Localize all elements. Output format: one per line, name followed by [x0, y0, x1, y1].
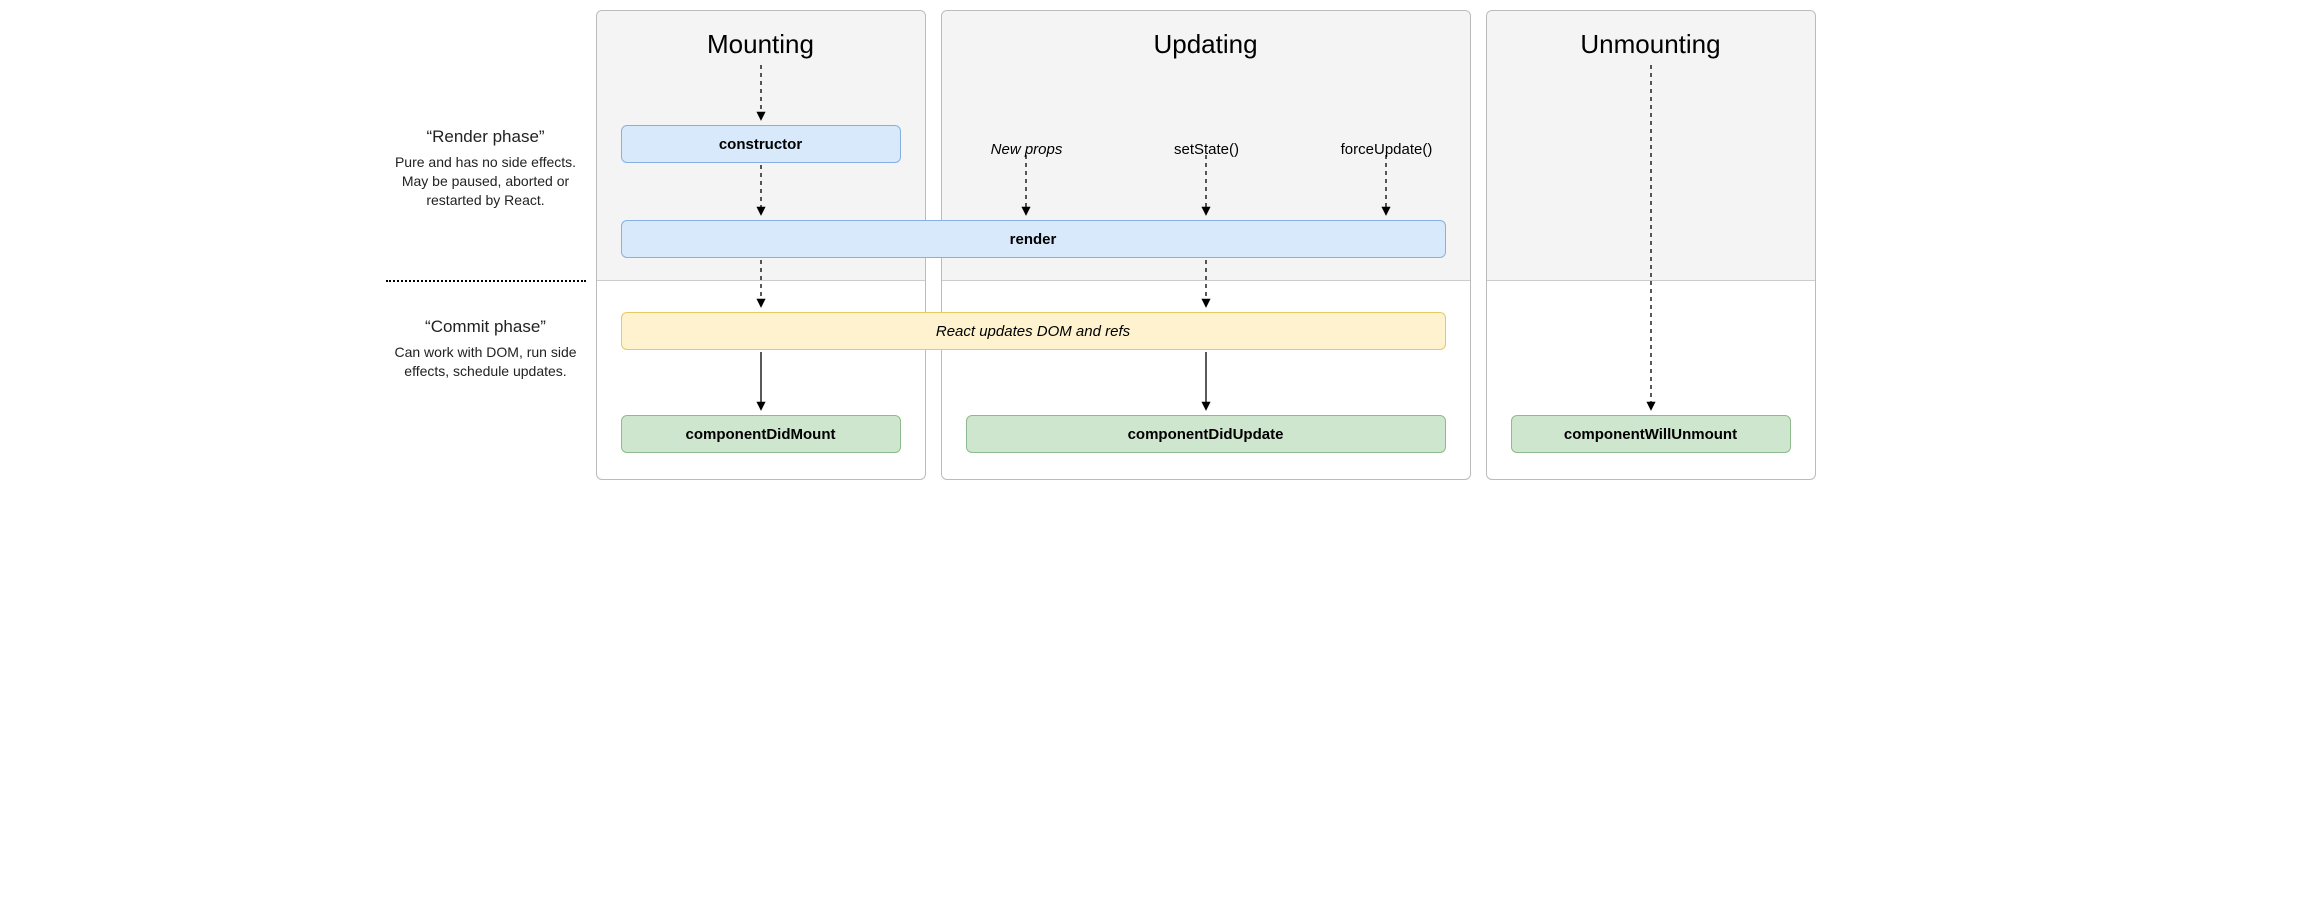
- will-unmount-node[interactable]: componentWillUnmount: [1511, 415, 1791, 453]
- commit-phase-desc: Can work with DOM, run side effects, sch…: [386, 343, 586, 381]
- forceupdate-trigger: forceUpdate(): [1337, 141, 1437, 158]
- mounting-title: Mounting: [597, 29, 925, 60]
- did-mount-node[interactable]: componentDidMount: [621, 415, 901, 453]
- lifecycle-diagram: “Render phase” Pure and has no side effe…: [386, 0, 1929, 611]
- render-phase-title: “Render phase”: [386, 126, 586, 149]
- unmounting-title: Unmounting: [1487, 29, 1815, 60]
- dom-refs-node: React updates DOM and refs: [621, 312, 1446, 350]
- commit-phase-label: “Commit phase” Can work with DOM, run si…: [386, 316, 586, 381]
- updating-title: Updating: [942, 29, 1470, 60]
- constructor-node[interactable]: constructor: [621, 125, 901, 163]
- did-update-node[interactable]: componentDidUpdate: [966, 415, 1446, 453]
- render-phase-label: “Render phase” Pure and has no side effe…: [386, 126, 586, 210]
- phase-divider: [386, 280, 586, 282]
- commit-phase-title: “Commit phase”: [386, 316, 586, 339]
- new-props-trigger: New props: [977, 141, 1077, 158]
- setstate-trigger: setState(): [1157, 141, 1257, 158]
- render-phase-desc: Pure and has no side effects. May be pau…: [386, 153, 586, 210]
- column-unmounting: Unmounting: [1486, 10, 1816, 480]
- render-node[interactable]: render: [621, 220, 1446, 258]
